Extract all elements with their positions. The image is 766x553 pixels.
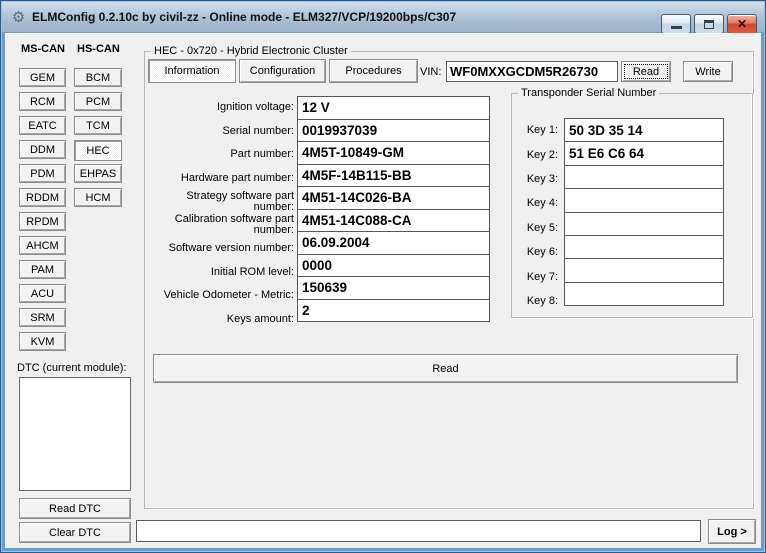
minimize-button[interactable]: [661, 14, 691, 34]
field-label: Serial number:: [151, 120, 294, 144]
module-button-ehpas[interactable]: EHPAS: [74, 164, 122, 183]
module-button-ddm[interactable]: DDM: [19, 140, 66, 159]
minimize-icon: [671, 26, 682, 29]
log-button[interactable]: Log >: [708, 519, 756, 544]
module-button-kvm[interactable]: KVM: [19, 332, 66, 351]
key-labels: Key 1: Key 2: Key 3: Key 4: Key 5: Key 6…: [514, 118, 558, 313]
vin-write-button[interactable]: Write: [683, 61, 733, 82]
maximize-button[interactable]: [694, 14, 724, 34]
key-label: Key 5:: [514, 216, 558, 240]
serial-number-value: 0019937039: [297, 119, 490, 143]
key-8-value: [564, 282, 724, 306]
module-button-rpdm[interactable]: RPDM: [19, 212, 66, 231]
part-number-value: 4M5T-10849-GM: [297, 141, 490, 165]
main-read-button[interactable]: Read: [153, 354, 738, 383]
hs-can-header: HS-CAN: [77, 43, 120, 55]
field-label: Keys amount:: [151, 308, 294, 332]
field-label: Strategy software part number:: [151, 190, 294, 214]
module-group-title: HEC - 0x720 - Hybrid Electronic Cluster: [151, 45, 351, 57]
module-button-srm[interactable]: SRM: [19, 308, 66, 327]
module-button-bcm[interactable]: BCM: [74, 68, 122, 87]
maximize-icon: [704, 20, 714, 29]
odometer-value: 150639: [297, 276, 490, 300]
module-button-pcm[interactable]: PCM: [74, 92, 122, 111]
key-2-value: 51 E6 C6 64: [564, 141, 724, 165]
window-title: ELMConfig 0.2.10c by civil-zz - Online m…: [32, 10, 456, 24]
tab-information[interactable]: Information: [148, 59, 236, 83]
module-button-hcm[interactable]: HCM: [74, 188, 122, 207]
key-label: Key 2:: [514, 142, 558, 166]
key-label: Key 3:: [514, 167, 558, 191]
module-button-rddm[interactable]: RDDM: [19, 188, 66, 207]
transponder-group-title: Transponder Serial Number: [518, 87, 659, 99]
app-gear-icon: ⚙: [10, 9, 27, 26]
ignition-voltage-value: 12 V: [297, 96, 490, 120]
key-7-value: [564, 258, 724, 282]
field-label: Calibration software part number:: [151, 214, 294, 238]
close-button[interactable]: ✕: [727, 14, 757, 34]
key-label: Key 8:: [514, 289, 558, 313]
module-button-rcm[interactable]: RCM: [19, 92, 66, 111]
field-label: Hardware part number:: [151, 167, 294, 191]
module-button-pam[interactable]: PAM: [19, 260, 66, 279]
software-version-value: 06.09.2004: [297, 231, 490, 255]
calibration-software-value: 4M51-14C088-CA: [297, 209, 490, 233]
vin-input[interactable]: [446, 61, 618, 82]
vin-read-button[interactable]: Read: [621, 61, 671, 82]
tab-procedures[interactable]: Procedures: [329, 59, 418, 83]
close-icon: ✕: [737, 18, 747, 30]
key-label: Key 6:: [514, 240, 558, 264]
module-button-tcm[interactable]: TCM: [74, 116, 122, 135]
key-1-value: 50 3D 35 14: [564, 118, 724, 142]
key-label: Key 1:: [514, 118, 558, 142]
module-button-ahcm[interactable]: AHCM: [19, 236, 66, 255]
tab-configuration[interactable]: Configuration: [239, 59, 326, 83]
key-label: Key 4:: [514, 191, 558, 215]
field-label: Software version number:: [151, 237, 294, 261]
title-bar[interactable]: ⚙ ELMConfig 0.2.10c by civil-zz - Online…: [2, 2, 764, 33]
module-button-hec[interactable]: HEC: [74, 140, 122, 161]
field-label: Ignition voltage:: [151, 96, 294, 120]
key-3-value: [564, 165, 724, 189]
key-label: Key 7:: [514, 264, 558, 288]
vin-label: VIN:: [420, 66, 441, 78]
module-button-eatc[interactable]: EATC: [19, 116, 66, 135]
dtc-label: DTC (current module):: [17, 362, 126, 374]
strategy-software-value: 4M51-14C026-BA: [297, 186, 490, 210]
clear-dtc-button[interactable]: Clear DTC: [19, 522, 131, 543]
field-label: Vehicle Odometer - Metric:: [151, 284, 294, 308]
info-field-values: 12 V 0019937039 4M5T-10849-GM 4M5F-14B11…: [297, 96, 490, 322]
key-5-value: [564, 212, 724, 236]
module-button-acu[interactable]: ACU: [19, 284, 66, 303]
module-button-gem[interactable]: GEM: [19, 68, 66, 87]
info-field-labels: Ignition voltage: Serial number: Part nu…: [151, 96, 294, 331]
module-button-pdm[interactable]: PDM: [19, 164, 66, 183]
field-label: Part number:: [151, 143, 294, 167]
keys-amount-value: 2: [297, 299, 490, 323]
hardware-part-value: 4M5F-14B115-BB: [297, 164, 490, 188]
initial-rom-value: 0000: [297, 254, 490, 278]
field-label: Initial ROM level:: [151, 261, 294, 285]
key-4-value: [564, 188, 724, 212]
read-dtc-button[interactable]: Read DTC: [19, 498, 131, 519]
key-6-value: [564, 235, 724, 259]
app-window: ⚙ ELMConfig 0.2.10c by civil-zz - Online…: [0, 0, 766, 553]
log-input[interactable]: [136, 520, 701, 542]
key-values: 50 3D 35 14 51 E6 C6 64: [564, 118, 724, 306]
ms-can-header: MS-CAN: [21, 43, 65, 55]
dtc-listbox[interactable]: [19, 377, 131, 491]
